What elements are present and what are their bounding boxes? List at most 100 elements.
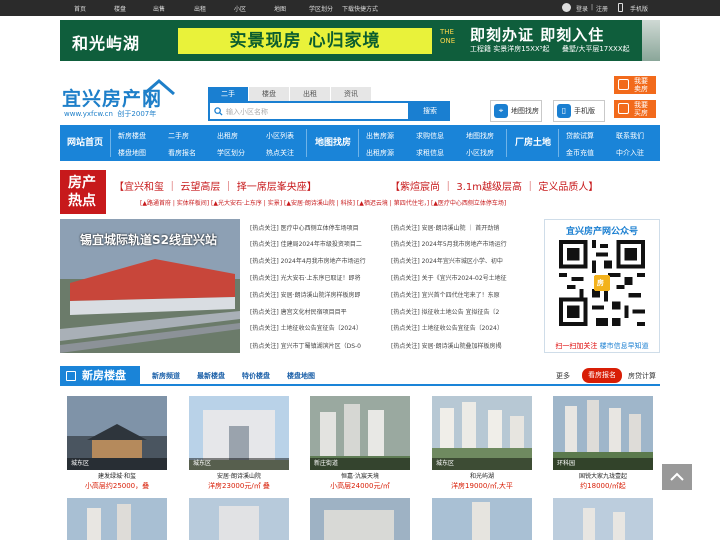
news-item[interactable]: [热点关注] 关于《宜兴市2024-02号土地征	[391, 273, 526, 282]
nav-map-find[interactable]: 地图找房	[466, 131, 494, 141]
login-link[interactable]: 登录	[576, 4, 588, 13]
property-name: 和光屿湖	[469, 473, 494, 480]
top-sep: |	[591, 4, 594, 11]
top-bar: 首页 楼盘 出售 出租 小区 地图 学区划分 下载快捷方式 登录 | 注册 手机…	[0, 0, 720, 16]
nav-contact[interactable]: 联系我们	[616, 131, 644, 141]
nav-want-buy[interactable]: 求购信息	[416, 131, 444, 141]
property-photo-row2[interactable]	[432, 498, 532, 540]
hot-headline-1[interactable]: 【宜兴和玺 ｜ 云望高层 ｜ 择一席层峯央座】	[114, 178, 317, 193]
nav-hot-topics[interactable]: 热点关注	[266, 148, 294, 158]
nav-home[interactable]: 网站首页	[60, 125, 110, 161]
tab-rent[interactable]: 出租	[290, 87, 330, 101]
nav-divider	[506, 129, 507, 157]
news-item[interactable]: [热点关注] 2024年4月我市房地产市场运行	[250, 256, 386, 265]
nav-loan-calc[interactable]: 贷款试算	[566, 131, 594, 141]
section-link-latest[interactable]: 最新楼盘	[197, 371, 225, 381]
news-item[interactable]: [热点关注] 安居·朗诗溪山院洋房样板房即	[250, 290, 386, 299]
nav-rental[interactable]: 出租房	[217, 131, 238, 141]
property-price: 约18000/㎡起	[580, 482, 626, 490]
section-link-channel[interactable]: 新房频道	[152, 371, 180, 381]
property-area: 环科园	[553, 458, 653, 470]
banner-detail-1: 工程籍 实景洋房15XX⁵起	[470, 45, 550, 53]
section-link-map[interactable]: 楼盘地图	[287, 371, 315, 381]
top-link-map[interactable]: 地图	[274, 4, 286, 13]
sell-house-button[interactable]: 我要卖房	[614, 76, 656, 94]
nav-newhouse[interactable]: 新房楼盘	[118, 131, 146, 141]
nav-community-list[interactable]: 小区列表	[266, 131, 294, 141]
nav-secondhand[interactable]: 二手房	[168, 131, 189, 141]
site-logo[interactable]: 宜兴房产网 www.yxfcw.cn 创于2007年	[62, 78, 182, 120]
top-link-shortcut[interactable]: 下载快捷方式	[342, 4, 378, 13]
site-url: www.yxfcw.cn 创于2007年	[64, 110, 157, 118]
tab-newhouse[interactable]: 楼盘	[249, 87, 289, 101]
nav-rent-listings[interactable]: 出租房源	[366, 148, 394, 158]
nav-agent-join[interactable]: 中介入驻	[616, 148, 644, 158]
news-item[interactable]: [热点关注] 宜兴市丁蜀镇湖滨片区（DS-0	[250, 341, 386, 350]
news-item[interactable]: [热点关注] 光大安石·上东序已取证！即将	[250, 273, 386, 282]
mobile-link[interactable]: 手机版	[630, 4, 648, 13]
search-input[interactable]: 输入小区名称	[208, 101, 410, 121]
mobile-version-button[interactable]: ▯ 手机版	[553, 100, 605, 122]
property-photo-row2[interactable]	[553, 498, 653, 540]
news-item[interactable]: [热点关注] 佳建局2024年市级投资项目二	[250, 239, 386, 248]
section-more-link[interactable]: 更多	[556, 371, 570, 381]
hot-links[interactable]: [▲路通首府 | 实体样板间] [▲光大安石·上东序 | 实景] [▲安居·朗诗…	[140, 198, 506, 207]
property-card[interactable]: 新庄街道 恒嘉·氿宸天境 小高层24000元/㎡	[310, 396, 410, 492]
property-name: 安居·朗诗溪山院	[217, 473, 261, 480]
main-nav: 网站首页 新房楼盘 楼盘地图 二手房 看房报名 出租房 学区划分 小区列表 热点…	[60, 125, 660, 161]
property-card[interactable]: 城东区 安居·朗诗溪山院 洋房23000元/㎡ 叠	[189, 396, 289, 492]
news-item[interactable]: [热点关注] 土地征收公告宜征告〔2024〕	[250, 323, 386, 332]
top-link-sale[interactable]: 出售	[153, 4, 165, 13]
map-search-button[interactable]: ⌖ 地图找房	[490, 100, 542, 122]
section-link-special[interactable]: 特价楼盘	[242, 371, 270, 381]
nav-viewing-signup[interactable]: 看房报名	[168, 148, 196, 158]
search-placeholder: 输入小区名称	[226, 108, 268, 116]
news-item[interactable]: [热点关注] 安居·朗诗溪山院 ｜ 首开劲销	[391, 223, 526, 232]
tab-secondhand[interactable]: 二手	[208, 87, 248, 101]
banner-ad[interactable]: 和光屿湖 实景现房 心归家境 THE ONE 即刻办证 即刻入住 工程籍 实景洋…	[60, 20, 660, 61]
nav-community-find[interactable]: 小区找房	[466, 148, 494, 158]
back-to-top-button[interactable]	[662, 464, 692, 490]
news-item[interactable]: [热点关注] 医疗中心西侧立体停车场项目	[250, 223, 386, 232]
viewing-signup-button[interactable]: 看房报名	[582, 368, 622, 383]
buy-house-button[interactable]: 我要买房	[614, 100, 656, 118]
feature-image[interactable]: 锡宜城际轨道S2线宜兴站	[60, 219, 240, 353]
news-item[interactable]: [热点关注] 拟征收土地公告 宜拟征告〔2	[391, 307, 526, 316]
property-card[interactable]: 城东区 建发绿城·和玺 小高层约25000，叠	[67, 396, 167, 492]
nav-house-map[interactable]: 楼盘地图	[118, 148, 146, 158]
nav-factory-land[interactable]: 厂房土地	[508, 125, 558, 161]
top-link-newhouse[interactable]: 楼盘	[114, 4, 126, 13]
nav-coin-recharge[interactable]: 金币充值	[566, 148, 594, 158]
nav-divider	[558, 129, 559, 157]
property-photo-row2[interactable]	[189, 498, 289, 540]
hot-headline-2[interactable]: 【紫煊宸尚 ｜ 3.1m越级层高 ｜ 定义品质人】	[390, 178, 598, 193]
nav-map-search[interactable]: 地图找房	[308, 125, 358, 161]
tab-news[interactable]: 资讯	[331, 87, 371, 101]
property-price: 洋房23000元/㎡ 叠	[208, 482, 270, 490]
search-button[interactable]: 搜索	[410, 101, 450, 121]
news-item[interactable]: [热点关注] 2024年宜兴市城区小学、初中	[391, 256, 526, 265]
top-link-school[interactable]: 学区划分	[309, 4, 333, 13]
banner-headline: 即刻办证 即刻入住	[470, 26, 605, 44]
top-link-community[interactable]: 小区	[234, 4, 246, 13]
property-name: 国锐大家九珑壹起	[578, 473, 627, 480]
top-link-home[interactable]: 首页	[74, 4, 86, 13]
register-link[interactable]: 注册	[596, 4, 608, 13]
mortgage-calc-link[interactable]: 房贷计算	[628, 371, 656, 381]
news-item[interactable]: [热点关注] 安居·朗诗溪山院叠加样板房揭	[391, 341, 526, 350]
nav-want-rent[interactable]: 求租信息	[416, 148, 444, 158]
property-card[interactable]: 环科园 国锐大家九珑壹起 约18000/㎡起	[553, 396, 653, 492]
news-item[interactable]: [热点关注] 唐宫文化村民宿项目目平	[250, 307, 386, 316]
news-item[interactable]: [热点关注] 2024年5月我市房地产市场运行	[391, 239, 526, 248]
property-card[interactable]: 城东区 和光屿湖 洋房19000/㎡,大平	[432, 396, 532, 492]
nav-divider	[110, 129, 111, 157]
property-photo-row2[interactable]	[310, 498, 410, 540]
house-icon	[143, 79, 175, 108]
nav-school-district[interactable]: 学区划分	[217, 148, 245, 158]
search-icon	[214, 107, 223, 116]
property-photo-row2[interactable]	[67, 498, 167, 540]
news-item[interactable]: [热点关注] 宜兴首个四代住宅来了！东原	[391, 290, 526, 299]
news-item[interactable]: [热点关注] 土地征收公告宜征告〔2024〕	[391, 323, 526, 332]
nav-sale-listings[interactable]: 出售房源	[366, 131, 394, 141]
top-link-rent[interactable]: 出租	[194, 4, 206, 13]
